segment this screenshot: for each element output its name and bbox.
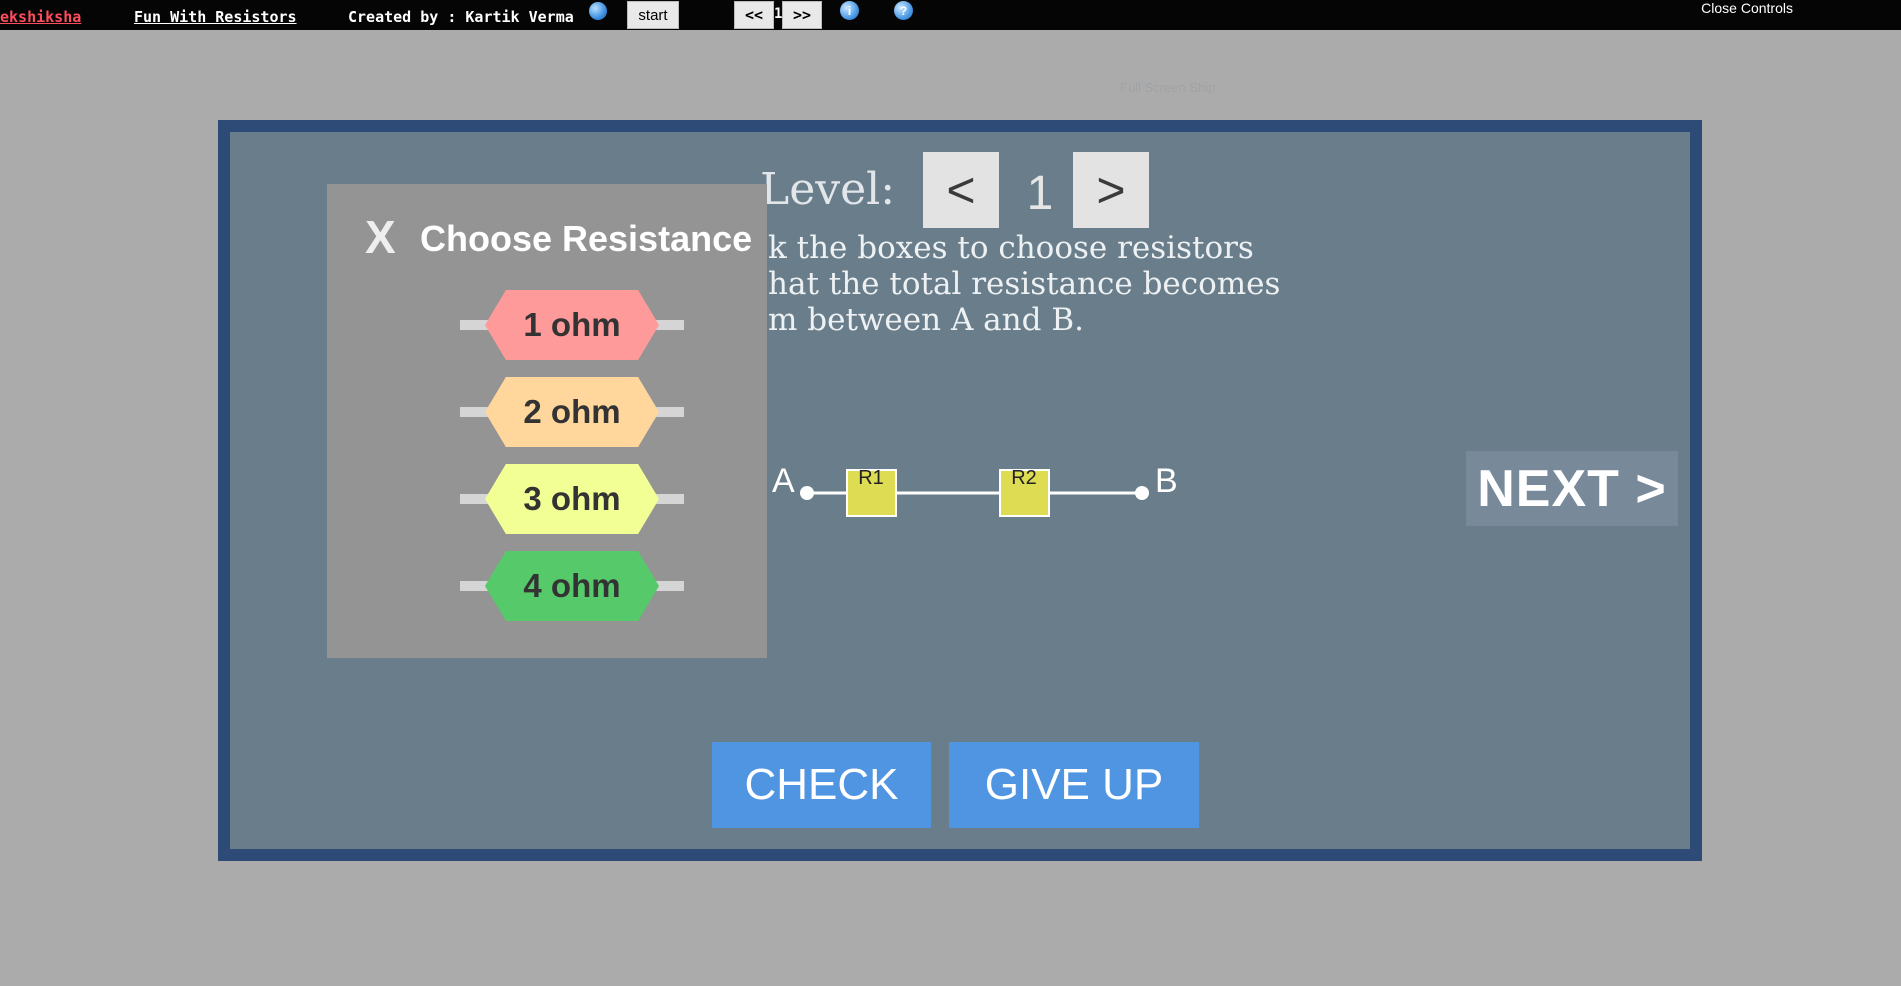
level-next-button[interactable]: > xyxy=(1073,152,1149,228)
r2-label: R2 xyxy=(1011,467,1037,489)
circuit-diagram: A B R1 R2 xyxy=(772,462,1178,517)
top-toolbar: ekshiksha Fun With Resistors Created by … xyxy=(0,0,1901,30)
resistor-option-2-ohm[interactable]: 2 ohm xyxy=(460,377,684,447)
next-button[interactable]: NEXT > xyxy=(1466,451,1678,526)
node-b-dot xyxy=(1135,486,1149,500)
instruction-line: k the boxes to choose resistors xyxy=(768,230,1254,266)
start-button[interactable]: start xyxy=(627,1,679,29)
give-up-button[interactable]: GIVE UP xyxy=(949,742,1199,828)
r1-label: R1 xyxy=(858,467,884,489)
node-a-dot xyxy=(800,486,814,500)
check-button[interactable]: CHECK xyxy=(712,742,931,828)
node-b-label: B xyxy=(1155,462,1178,500)
node-a-label: A xyxy=(772,462,795,500)
prev-page-button[interactable]: << xyxy=(734,1,774,29)
resistor-body: 3 ohm xyxy=(485,464,659,534)
fullscreen-strip[interactable]: Full Screen Ship xyxy=(1120,80,1215,95)
level-prev-button[interactable]: < xyxy=(923,152,999,228)
help-icon[interactable]: ? xyxy=(894,1,913,20)
resistor-body: 4 ohm xyxy=(485,551,659,621)
game-stage: Level: < 1 > k the boxes to choose resis… xyxy=(230,132,1690,849)
choose-resistance-popup: X Choose Resistance 1 ohm 2 ohm 3 ohm 4 … xyxy=(327,184,767,658)
instruction-line: m between A and B. xyxy=(768,302,1084,338)
resistor-option-1-ohm[interactable]: 1 ohm xyxy=(460,290,684,360)
game-frame: Level: < 1 > k the boxes to choose resis… xyxy=(218,120,1702,861)
resistor-option-4-ohm[interactable]: 4 ohm xyxy=(460,551,684,621)
close-controls-link[interactable]: Close Controls xyxy=(1701,0,1793,16)
level-value: 1 xyxy=(1026,167,1054,220)
level-label: Level: xyxy=(760,164,896,215)
brand-link[interactable]: ekshiksha xyxy=(0,8,81,26)
instructions-text: k the boxes to choose resistors hat the … xyxy=(768,230,1280,338)
status-indicator-icon[interactable] xyxy=(589,2,607,20)
info-icon[interactable]: i xyxy=(840,1,859,20)
popup-title: Choose Resistance xyxy=(420,218,753,259)
resistor-body: 2 ohm xyxy=(485,377,659,447)
close-icon[interactable]: X xyxy=(365,210,396,264)
resistor-option-3-ohm[interactable]: 3 ohm xyxy=(460,464,684,534)
app-title-link[interactable]: Fun With Resistors xyxy=(134,8,297,26)
next-page-button[interactable]: >> xyxy=(782,1,822,29)
resistor-body: 1 ohm xyxy=(485,290,659,360)
instruction-line: hat the total resistance becomes xyxy=(768,266,1281,302)
credit-text: Created by : Kartik Verma xyxy=(348,8,574,26)
